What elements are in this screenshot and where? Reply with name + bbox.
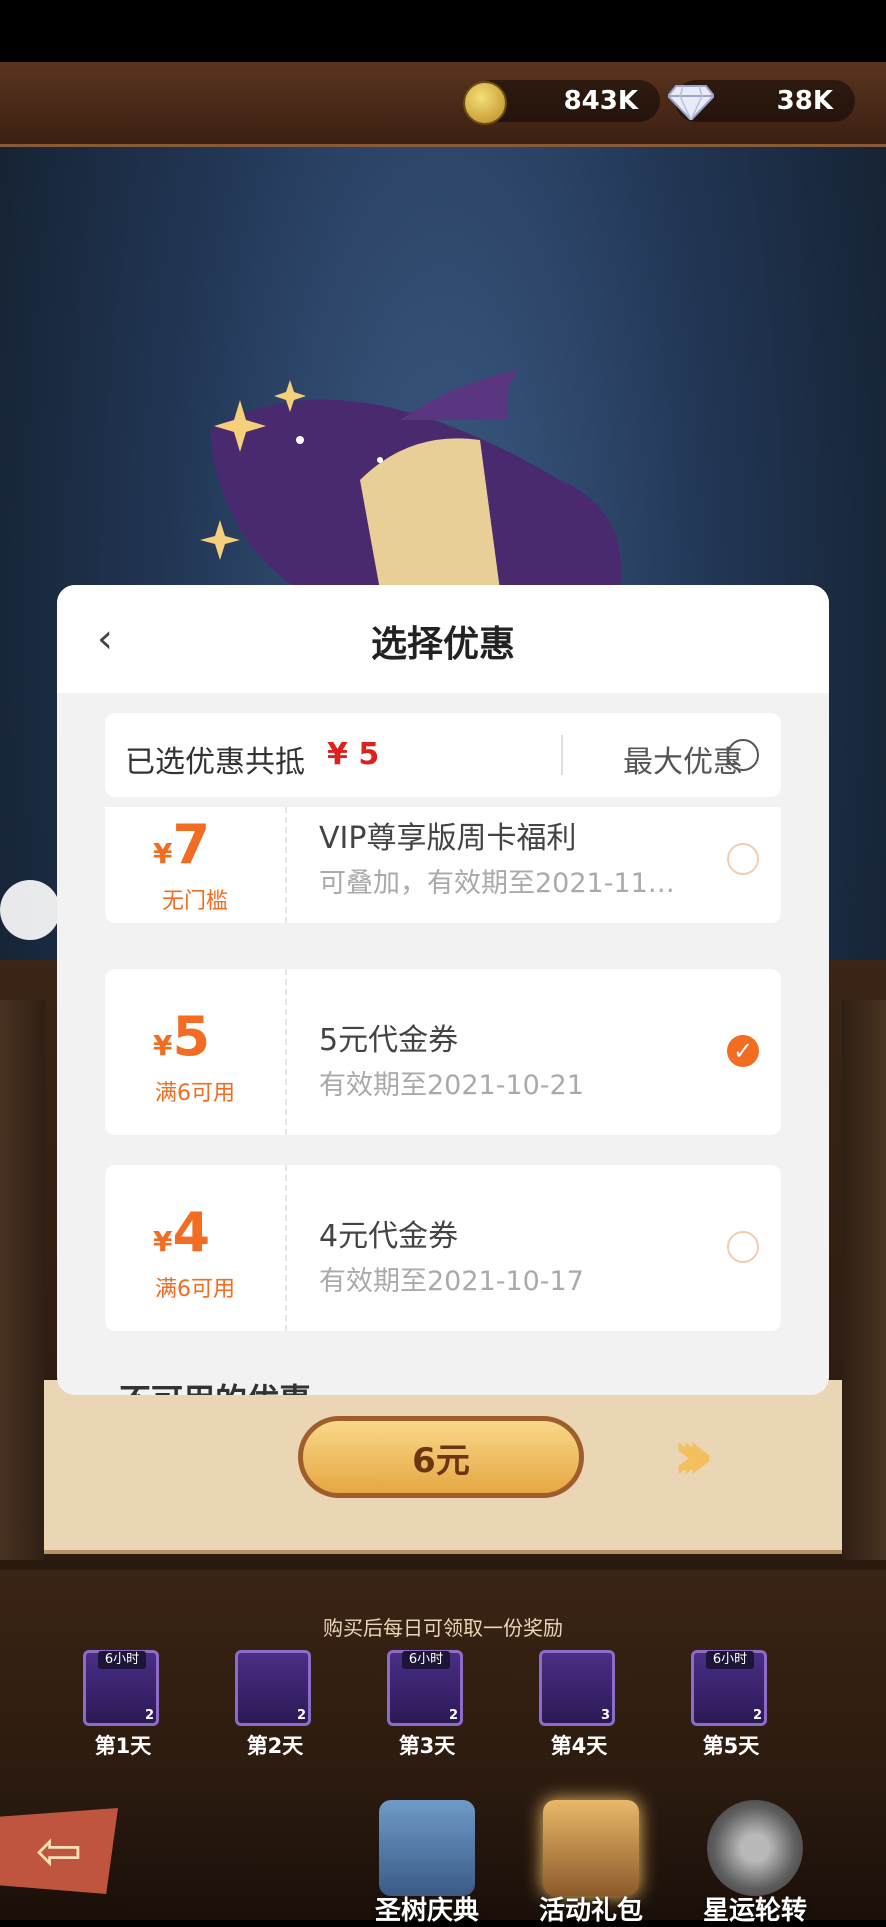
gold-coins-reward-icon: 6小时 2: [387, 1650, 463, 1726]
divider: [561, 735, 563, 775]
wheel-icon: [707, 1800, 803, 1896]
dashed-separator: [285, 1165, 287, 1331]
max-discount-radio[interactable]: [727, 739, 759, 771]
max-discount-label[interactable]: 最大优惠: [623, 737, 743, 781]
purple-crystal-reward-icon: 6小时 2: [691, 1650, 767, 1726]
back-arrow-button[interactable]: ⇦: [0, 1808, 118, 1894]
coupon-value-block: ¥4 满6可用: [153, 1201, 235, 1302]
coupon-card[interactable]: ¥5 满6可用 5元代金券 有效期至2021-10-21 ✓: [105, 969, 781, 1135]
chest-icon: [379, 1800, 475, 1896]
nav-item-holy-tree[interactable]: 圣树庆典: [352, 1800, 502, 1927]
summary-amount: ¥ 5: [327, 737, 380, 772]
coin-icon: [463, 81, 507, 125]
dialog-title: 选择优惠: [370, 624, 515, 665]
unavailable-section-header: 不可用的优惠: [119, 1375, 311, 1395]
coupon-value-block: ¥7 无门槛: [153, 813, 228, 914]
gift-bag-icon: [543, 1800, 639, 1896]
coupon-card[interactable]: ¥4 满6可用 4元代金券 有效期至2021-10-17: [105, 1165, 781, 1331]
reward-caption: 购买后每日可领取一份奖励: [323, 1616, 563, 1640]
chevrons-right-icon: ›››: [672, 1414, 715, 1496]
coupon-radio[interactable]: [727, 1231, 759, 1263]
reward-day-2[interactable]: 2 第2天: [235, 1650, 315, 1760]
scepter-reward-icon: 2: [235, 1650, 311, 1726]
reward-day-5[interactable]: 6小时 2 第5天: [691, 1650, 771, 1760]
coupon-subtitle: 有效期至2021-10-17: [319, 1266, 584, 1297]
coupon-subtitle: 有效期至2021-10-21: [319, 1070, 584, 1101]
nav-item-star-wheel[interactable]: 星运轮转: [680, 1800, 830, 1927]
reward-day-3[interactable]: 6小时 2 第3天: [387, 1650, 467, 1760]
discount-summary: 已选优惠共抵 ¥ 5 最大优惠: [105, 713, 781, 797]
scepter-reward-icon: 3: [539, 1650, 615, 1726]
coupon-title: VIP尊享版周卡福利: [319, 821, 577, 856]
dashed-separator: [285, 807, 287, 923]
witch-character-illustration: [200, 370, 622, 590]
reward-day-1[interactable]: 6小时 2 第1天: [83, 1650, 163, 1760]
coupon-title: 5元代金券: [319, 1023, 459, 1058]
select-discount-dialog: ‹ 选择优惠 已选优惠共抵 ¥ 5 最大优惠 ¥7 无门槛 VIP尊享版周卡福利…: [57, 585, 829, 1395]
coupon-value-block: ¥5 满6可用: [153, 1005, 235, 1106]
buy-button[interactable]: 6元: [298, 1416, 584, 1498]
coupon-radio[interactable]: [727, 843, 759, 875]
summary-label: 已选优惠共抵: [125, 745, 305, 780]
curtain-right: [842, 1000, 886, 1560]
coupon-title: 4元代金券: [319, 1219, 459, 1254]
crystal-reward-icon: 6小时 2: [83, 1650, 159, 1726]
dialog-header: ‹ 选择优惠: [57, 585, 829, 693]
curtain-left: [0, 1000, 45, 1560]
chat-bubble-icon[interactable]: [0, 880, 60, 940]
dashed-separator: [285, 969, 287, 1135]
nav-item-event-pack[interactable]: 活动礼包: [516, 1800, 666, 1927]
reward-day-4[interactable]: 3 第4天: [539, 1650, 619, 1760]
coupon-card[interactable]: ¥7 无门槛 VIP尊享版周卡福利 可叠加，有效期至2021-11…: [105, 807, 781, 923]
checkmark-icon[interactable]: ✓: [727, 1035, 759, 1067]
coupon-subtitle: 可叠加，有效期至2021-11…: [319, 868, 675, 899]
diamond-icon: [668, 85, 714, 120]
